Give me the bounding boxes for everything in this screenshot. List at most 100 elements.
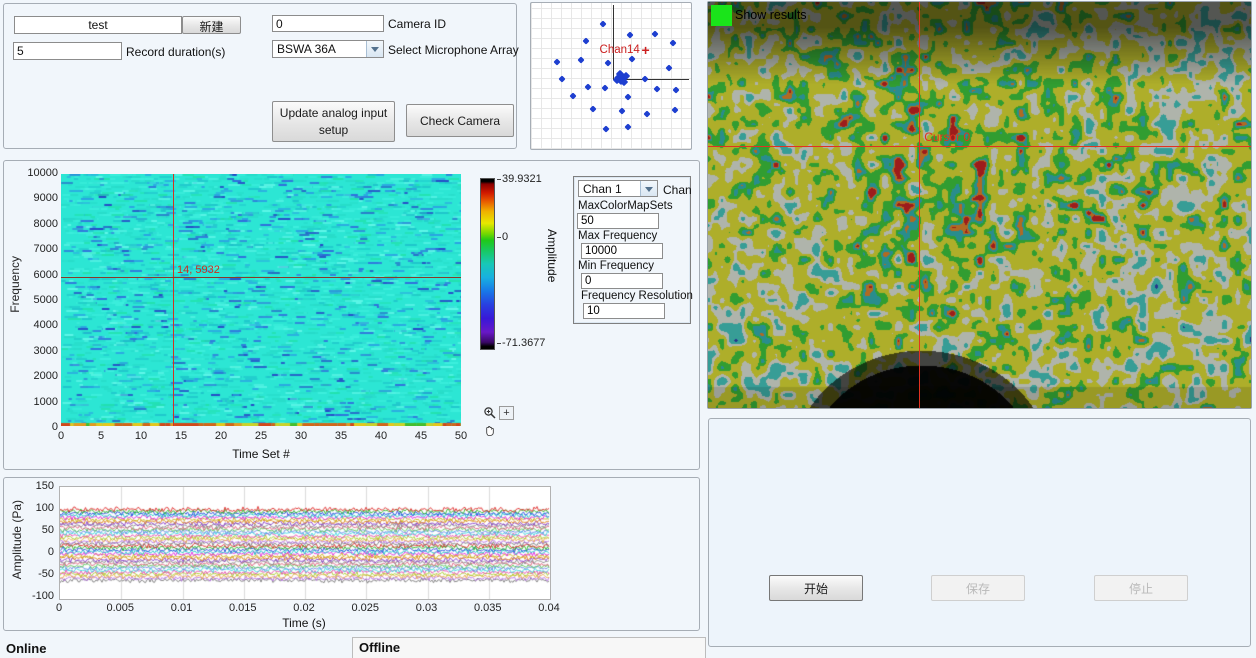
xtick: 30 (286, 430, 316, 442)
colorbar-mid-label: 0 (497, 231, 508, 243)
mic-position-dot (626, 31, 633, 38)
mic-position-dot (654, 85, 661, 92)
settings-panel: 新建 Camera ID Record duration(s) BSWA 36A… (3, 3, 517, 149)
mic-position-dot (672, 106, 679, 113)
xtick: 5 (86, 430, 116, 442)
ytick: 2000 (34, 370, 58, 382)
waveform-canvas (60, 487, 550, 599)
spectrogram-plot[interactable]: 14, 5932 (61, 174, 461, 426)
ytick: 5000 (34, 294, 58, 306)
ytick: 100 (36, 502, 54, 514)
mic-array-plot: Chan14 + (530, 2, 692, 150)
marked-channel-cross-icon: + (642, 42, 650, 58)
mic-array-label: Select Microphone Array (388, 43, 519, 57)
record-duration-input[interactable] (13, 42, 122, 60)
mic-position-dot (602, 84, 609, 91)
xtick: 45 (406, 430, 436, 442)
start-button[interactable]: 开始 (769, 575, 863, 601)
new-project-button[interactable]: 新建 (182, 16, 241, 34)
xtick: 0.03 (407, 602, 447, 614)
colorbar-title: Amplitude (545, 229, 559, 282)
spectrogram-x-axis-title: Time Set # (61, 447, 461, 461)
pan-tool-icon[interactable] (482, 423, 497, 437)
xtick: 40 (366, 430, 396, 442)
mic-position-dot (629, 56, 636, 63)
ytick: 150 (36, 480, 54, 492)
camera-cursor-vline[interactable] (919, 2, 920, 408)
spectrogram-cursor-vline[interactable] (173, 174, 174, 426)
maxcolormapsets-input[interactable] (577, 213, 659, 229)
max-frequency-label: Max Frequency (578, 230, 690, 242)
colorbar-max-label: 39.9321 (497, 173, 542, 185)
spectrogram-x-ticks: 05101520253035404550 (46, 430, 476, 442)
xtick: 15 (166, 430, 196, 442)
xtick: 50 (446, 430, 476, 442)
waveform-panel: Amplitude (Pa) 150100500-50-100 00.0050.… (3, 477, 700, 631)
mic-position-dot (651, 30, 658, 37)
mic-position-dot (570, 92, 577, 99)
xtick: 0.01 (162, 602, 202, 614)
amplitude-colorbar (480, 178, 495, 350)
mic-position-dot (673, 86, 680, 93)
check-camera-button[interactable]: Check Camera (406, 104, 514, 137)
ytick: 10000 (27, 167, 58, 179)
mic-position-dot (553, 59, 560, 66)
spectrogram-cursor-hline[interactable] (61, 277, 461, 278)
ytick: -100 (32, 590, 54, 602)
xtick: 35 (326, 430, 356, 442)
stop-button[interactable]: 停止 (1094, 575, 1188, 601)
channel-dropdown[interactable]: Chan 1 (578, 180, 658, 197)
mic-position-dot (624, 124, 631, 131)
ytick: 9000 (34, 192, 58, 204)
min-frequency-input[interactable] (581, 273, 663, 289)
waveform-plot (59, 486, 551, 600)
max-frequency-input[interactable] (581, 243, 663, 259)
chevron-down-icon[interactable] (640, 181, 657, 196)
xtick: 10 (126, 430, 156, 442)
ytick: 4000 (34, 319, 58, 331)
mic-position-dot (578, 57, 585, 64)
mic-position-dot (583, 37, 590, 44)
frequency-resolution-input[interactable] (583, 303, 665, 319)
mic-position-dot (624, 93, 631, 100)
update-analog-input-button[interactable]: Update analog input setup (272, 101, 395, 142)
mic-position-dot (585, 83, 592, 90)
xtick: 0.005 (100, 602, 140, 614)
mic-array-dropdown[interactable]: BSWA 36A (272, 40, 384, 58)
spectrogram-canvas[interactable] (61, 174, 461, 426)
camera-image-canvas[interactable] (708, 2, 1251, 408)
maxcolormapsets-label: MaxColorMapSets (578, 200, 690, 212)
waveform-y-ticks: 150100500-50-100 (22, 480, 54, 602)
mic-position-dot (643, 110, 650, 117)
xtick: 20 (206, 430, 236, 442)
camera-cursor-hline[interactable] (708, 146, 1251, 147)
xtick: 0.025 (345, 602, 385, 614)
mic-position-dot (670, 39, 677, 46)
camera-cursor-label: Cursor 0 (924, 130, 970, 144)
show-results-checkbox[interactable] (711, 5, 732, 26)
camera-id-input[interactable] (272, 15, 384, 32)
ytick: 1000 (34, 396, 58, 408)
mic-array-y-axis (613, 5, 614, 79)
ytick: 8000 (34, 218, 58, 230)
colorbar-min-label: -71.3677 (497, 337, 545, 349)
cursor-tool-icon[interactable]: + (499, 406, 514, 420)
camera-view-panel: Cursor 0 Show results (707, 1, 1252, 409)
mic-position-dot (590, 105, 597, 112)
chevron-down-icon[interactable] (366, 41, 383, 57)
min-frequency-label: Min Frequency (578, 260, 690, 272)
xtick: 0.02 (284, 602, 324, 614)
record-duration-label: Record duration(s) (126, 45, 225, 59)
show-results-label: Show results (735, 8, 807, 22)
project-name-input[interactable] (14, 16, 182, 34)
waveform-x-ticks: 00.0050.010.0150.020.0250.030.0350.04 (39, 602, 569, 614)
ytick: 0 (48, 546, 54, 558)
ytick: 3000 (34, 345, 58, 357)
zoom-tool-icon[interactable] (482, 406, 497, 420)
xtick: 0.04 (529, 602, 569, 614)
frequency-resolution-label: Frequency Resolution (581, 290, 690, 302)
mic-position-dot (666, 65, 673, 72)
mic-array-value: BSWA 36A (277, 42, 336, 56)
save-button[interactable]: 保存 (931, 575, 1025, 601)
xtick: 0 (39, 602, 79, 614)
